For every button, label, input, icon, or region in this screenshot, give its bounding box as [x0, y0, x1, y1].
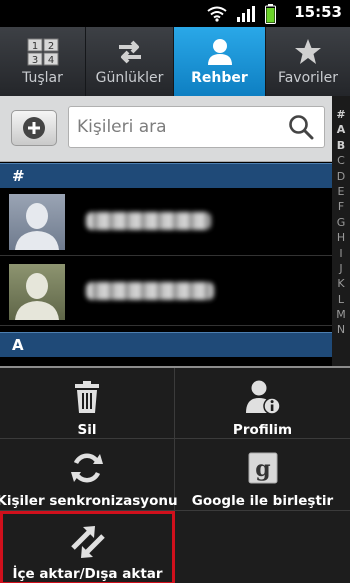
google-merge-menu-item[interactable]: g Google ile birleştir — [175, 439, 350, 511]
signal-icon — [237, 6, 255, 22]
svg-text:2: 2 — [47, 41, 53, 52]
menu-item-label: Kişiler senkronizasyonu — [0, 493, 178, 509]
import-export-menu-item[interactable]: İçe aktar/Dışa aktar — [0, 511, 175, 583]
options-menu: Sil Profilim Kişiler senkronizasyonu g G… — [0, 366, 350, 583]
wifi-icon — [207, 6, 227, 22]
index-letter[interactable]: A — [337, 122, 346, 137]
status-bar: 15:53 — [0, 0, 350, 27]
clock: 15:53 — [294, 3, 342, 21]
person-placeholder-icon — [9, 194, 65, 250]
my-profile-menu-item[interactable]: Profilim — [175, 368, 350, 439]
svg-text:g: g — [255, 456, 270, 482]
tab-contacts[interactable]: Rehber — [174, 27, 266, 96]
index-letter[interactable]: I — [339, 246, 342, 261]
search-icon[interactable] — [288, 114, 314, 140]
search-box — [68, 106, 325, 148]
dialpad-icon: 1 2 3 4 — [27, 37, 59, 67]
section-header: # — [0, 163, 332, 188]
index-letter[interactable]: B — [337, 138, 345, 153]
index-letter[interactable]: C — [337, 153, 345, 168]
contact-row[interactable] — [0, 258, 332, 326]
delete-menu-item[interactable]: Sil — [0, 368, 175, 439]
tab-bar: 1 2 3 4 Tuşlar Günlükler Rehber Favorile… — [0, 27, 350, 96]
index-letter[interactable]: N — [337, 322, 345, 337]
contact-name-redacted — [86, 282, 214, 300]
index-letter[interactable]: M — [336, 307, 346, 322]
alphabet-index-bar[interactable]: # A B C D E F G H I J K L M N — [332, 96, 350, 366]
index-letter[interactable]: D — [337, 169, 345, 184]
index-letter[interactable]: L — [338, 292, 344, 307]
person-placeholder-icon — [9, 264, 65, 320]
section-header: A — [0, 332, 332, 357]
menu-item-label: Profilim — [232, 422, 293, 438]
svg-text:3: 3 — [31, 55, 37, 66]
contact-name-redacted — [86, 212, 211, 230]
contact-avatar — [9, 264, 65, 320]
search-row — [0, 96, 332, 162]
tab-dialpad[interactable]: 1 2 3 4 Tuşlar — [0, 27, 86, 96]
tab-label: Tuşlar — [22, 70, 63, 86]
status-icons — [207, 4, 276, 24]
tab-label: Günlükler — [95, 70, 164, 86]
sync-icon — [70, 447, 104, 489]
contacts-sync-menu-item[interactable]: Kişiler senkronizasyonu — [0, 439, 178, 511]
menu-item-label: Google ile birleştir — [191, 493, 334, 509]
index-letter[interactable]: E — [338, 184, 345, 199]
trash-icon — [74, 376, 100, 418]
profile-info-icon — [245, 376, 281, 418]
contact-row[interactable] — [0, 188, 332, 256]
tab-logs[interactable]: Günlükler — [86, 27, 174, 96]
index-letter[interactable]: # — [336, 107, 345, 122]
logs-icon — [116, 37, 144, 67]
menu-item-label: Sil — [77, 422, 97, 438]
battery-icon — [265, 4, 276, 24]
index-letter[interactable]: K — [337, 276, 344, 291]
contacts-icon — [206, 37, 234, 67]
svg-text:4: 4 — [47, 55, 53, 66]
index-letter[interactable]: J — [339, 261, 342, 276]
index-letter[interactable]: G — [337, 215, 346, 230]
plus-circle-icon — [23, 117, 45, 139]
contact-avatar — [9, 194, 65, 250]
add-contact-button[interactable] — [11, 110, 57, 146]
tab-label: Favoriler — [277, 70, 339, 86]
import-export-icon — [69, 522, 107, 562]
svg-text:1: 1 — [31, 41, 37, 52]
star-icon — [294, 37, 322, 67]
tab-favorites[interactable]: Favoriler — [266, 27, 350, 96]
index-letter[interactable]: F — [338, 199, 344, 214]
tab-label: Rehber — [191, 70, 248, 86]
menu-item-label: İçe aktar/Dışa aktar — [12, 566, 163, 582]
google-icon: g — [248, 447, 278, 489]
index-letter[interactable]: H — [337, 230, 345, 245]
search-input[interactable] — [77, 112, 277, 142]
